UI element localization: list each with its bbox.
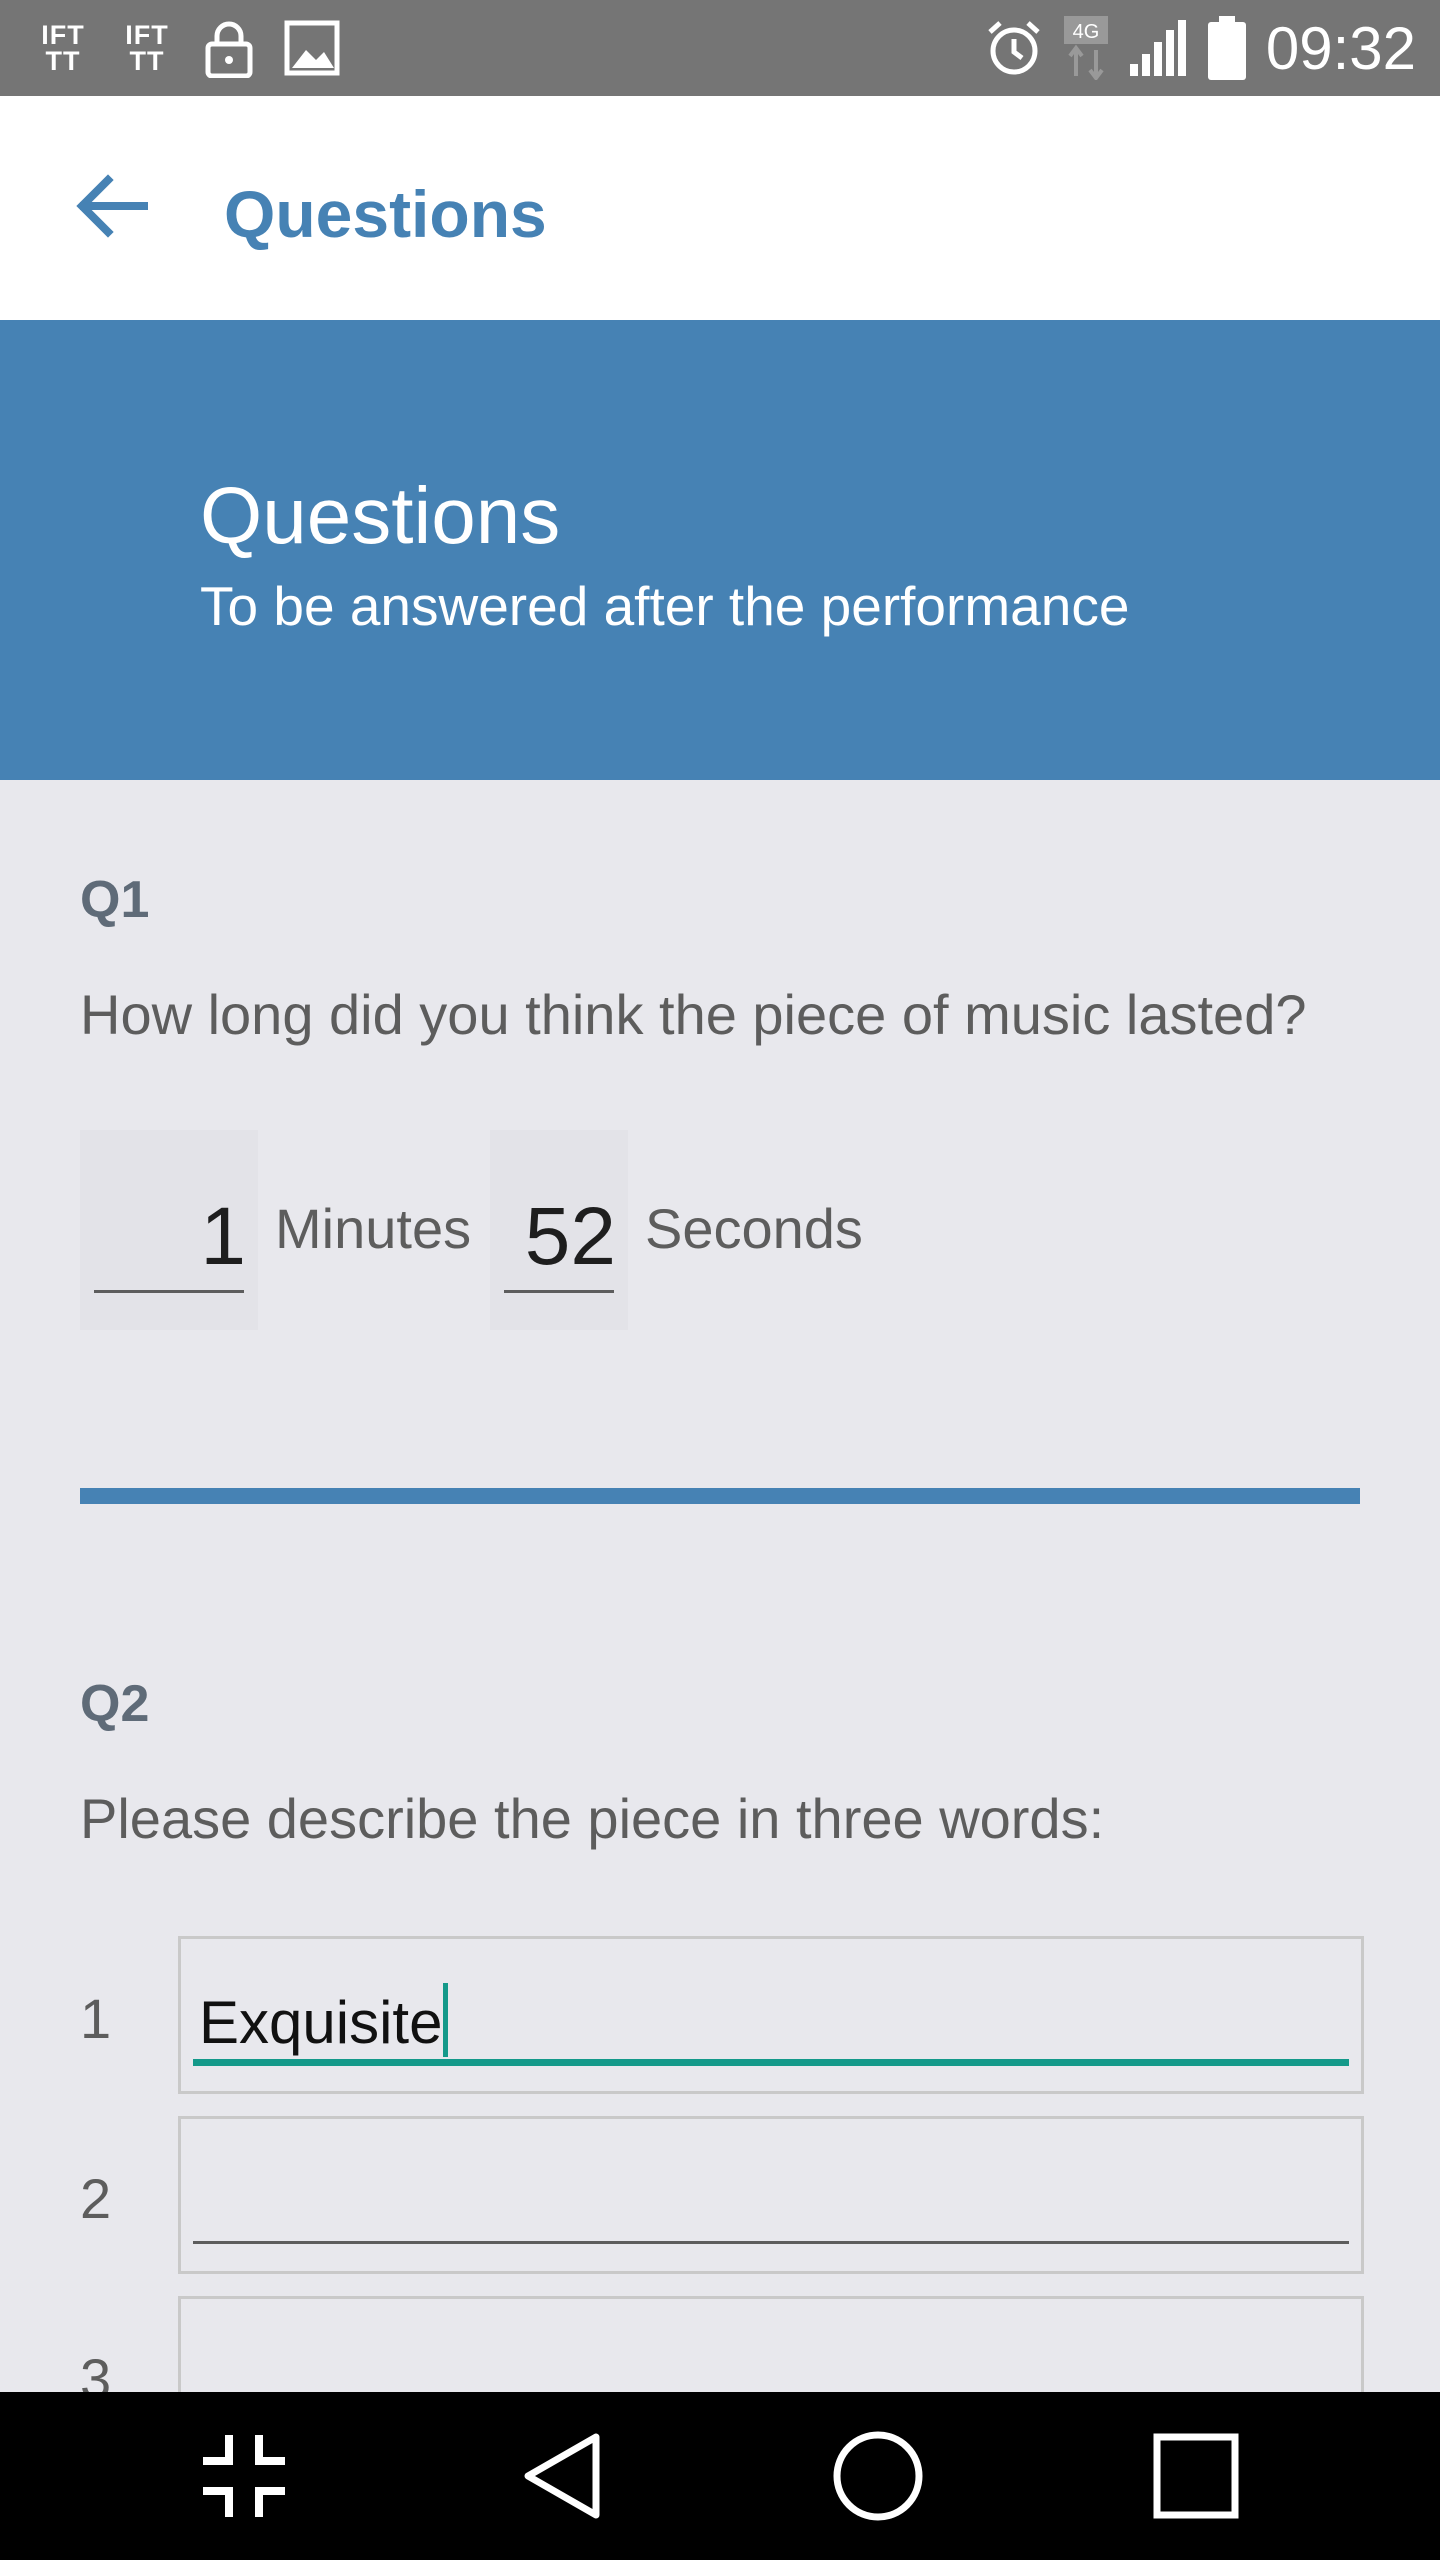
seconds-value: 52 <box>524 1191 616 1282</box>
question-number-q1: Q1 <box>80 871 150 929</box>
answer-number-1: 1 <box>80 1987 112 2050</box>
answer-field-1-underline <box>193 2059 1349 2066</box>
status-bar: IFT TT IFT TT 4G 09:32 <box>0 0 1440 96</box>
minutes-input[interactable]: 1 <box>80 1130 258 1330</box>
section-divider <box>80 1488 1360 1504</box>
network-type-label: 4G <box>1073 21 1100 43</box>
question-text-q1: How long did you think the piece of musi… <box>80 983 1307 1046</box>
banner-title: Questions <box>200 471 561 560</box>
shrink-icon <box>203 2435 285 2517</box>
seconds-underline <box>504 1290 614 1293</box>
system-status-icons: 4G 09:32 <box>964 12 1416 84</box>
battery-icon <box>1207 16 1246 80</box>
recents-button[interactable] <box>1136 2416 1256 2536</box>
back-triangle-icon <box>524 2433 600 2519</box>
answer-field-1-text: Exquisite <box>199 1989 443 2056</box>
answer-number-2: 2 <box>80 2167 112 2230</box>
ifttt-icon-text-bottom: TT <box>45 46 81 76</box>
question-text-q2: Please describe the piece in three words… <box>80 1787 1105 1850</box>
ifttt-icon-text-top: IFT <box>125 20 169 50</box>
minutes-value: 1 <box>200 1191 246 1282</box>
banner-subtitle: To be answered after the performance <box>200 575 1130 637</box>
answer-field-2[interactable] <box>178 2116 1364 2274</box>
text-cursor <box>443 1983 449 2057</box>
alarm-icon <box>988 21 1040 75</box>
minutes-underline <box>94 1290 244 1293</box>
minutes-label: Minutes <box>275 1197 472 1260</box>
ifttt-icon-text-top: IFT <box>41 20 85 50</box>
seconds-label: Seconds <box>645 1197 863 1260</box>
navigation-bar <box>0 2392 1440 2560</box>
notification-icons: IFT TT IFT TT <box>36 18 370 78</box>
ifttt-icon: IFT TT <box>36 19 90 77</box>
ifttt-icon-text-bottom: TT <box>129 46 165 76</box>
arrow-left-icon <box>76 174 148 238</box>
recents-square-icon <box>1153 2433 1239 2519</box>
shrink-button[interactable] <box>184 2416 304 2536</box>
lock-icon <box>205 21 253 78</box>
question-number-q2: Q2 <box>80 1675 150 1733</box>
4g-data-icon: 4G <box>1063 16 1108 80</box>
answer-field-1[interactable]: Exquisite <box>178 1936 1364 2094</box>
nav-back-button[interactable] <box>503 2416 623 2536</box>
back-button[interactable] <box>62 148 162 264</box>
signal-icon <box>1129 20 1186 76</box>
app-bar: Questions <box>0 96 1440 320</box>
answer-field-1-value: Exquisite <box>199 1983 449 2057</box>
page-title: Questions <box>224 177 547 251</box>
status-time: 09:32 <box>1265 14 1416 82</box>
answer-field-2-underline <box>193 2241 1349 2244</box>
seconds-input[interactable]: 52 <box>490 1130 628 1330</box>
home-circle-icon <box>833 2431 923 2521</box>
questions-banner: Questions To be answered after the perfo… <box>0 320 1440 780</box>
ifttt-icon: IFT TT <box>120 19 174 77</box>
home-button[interactable] <box>818 2416 938 2536</box>
image-icon <box>284 20 340 76</box>
